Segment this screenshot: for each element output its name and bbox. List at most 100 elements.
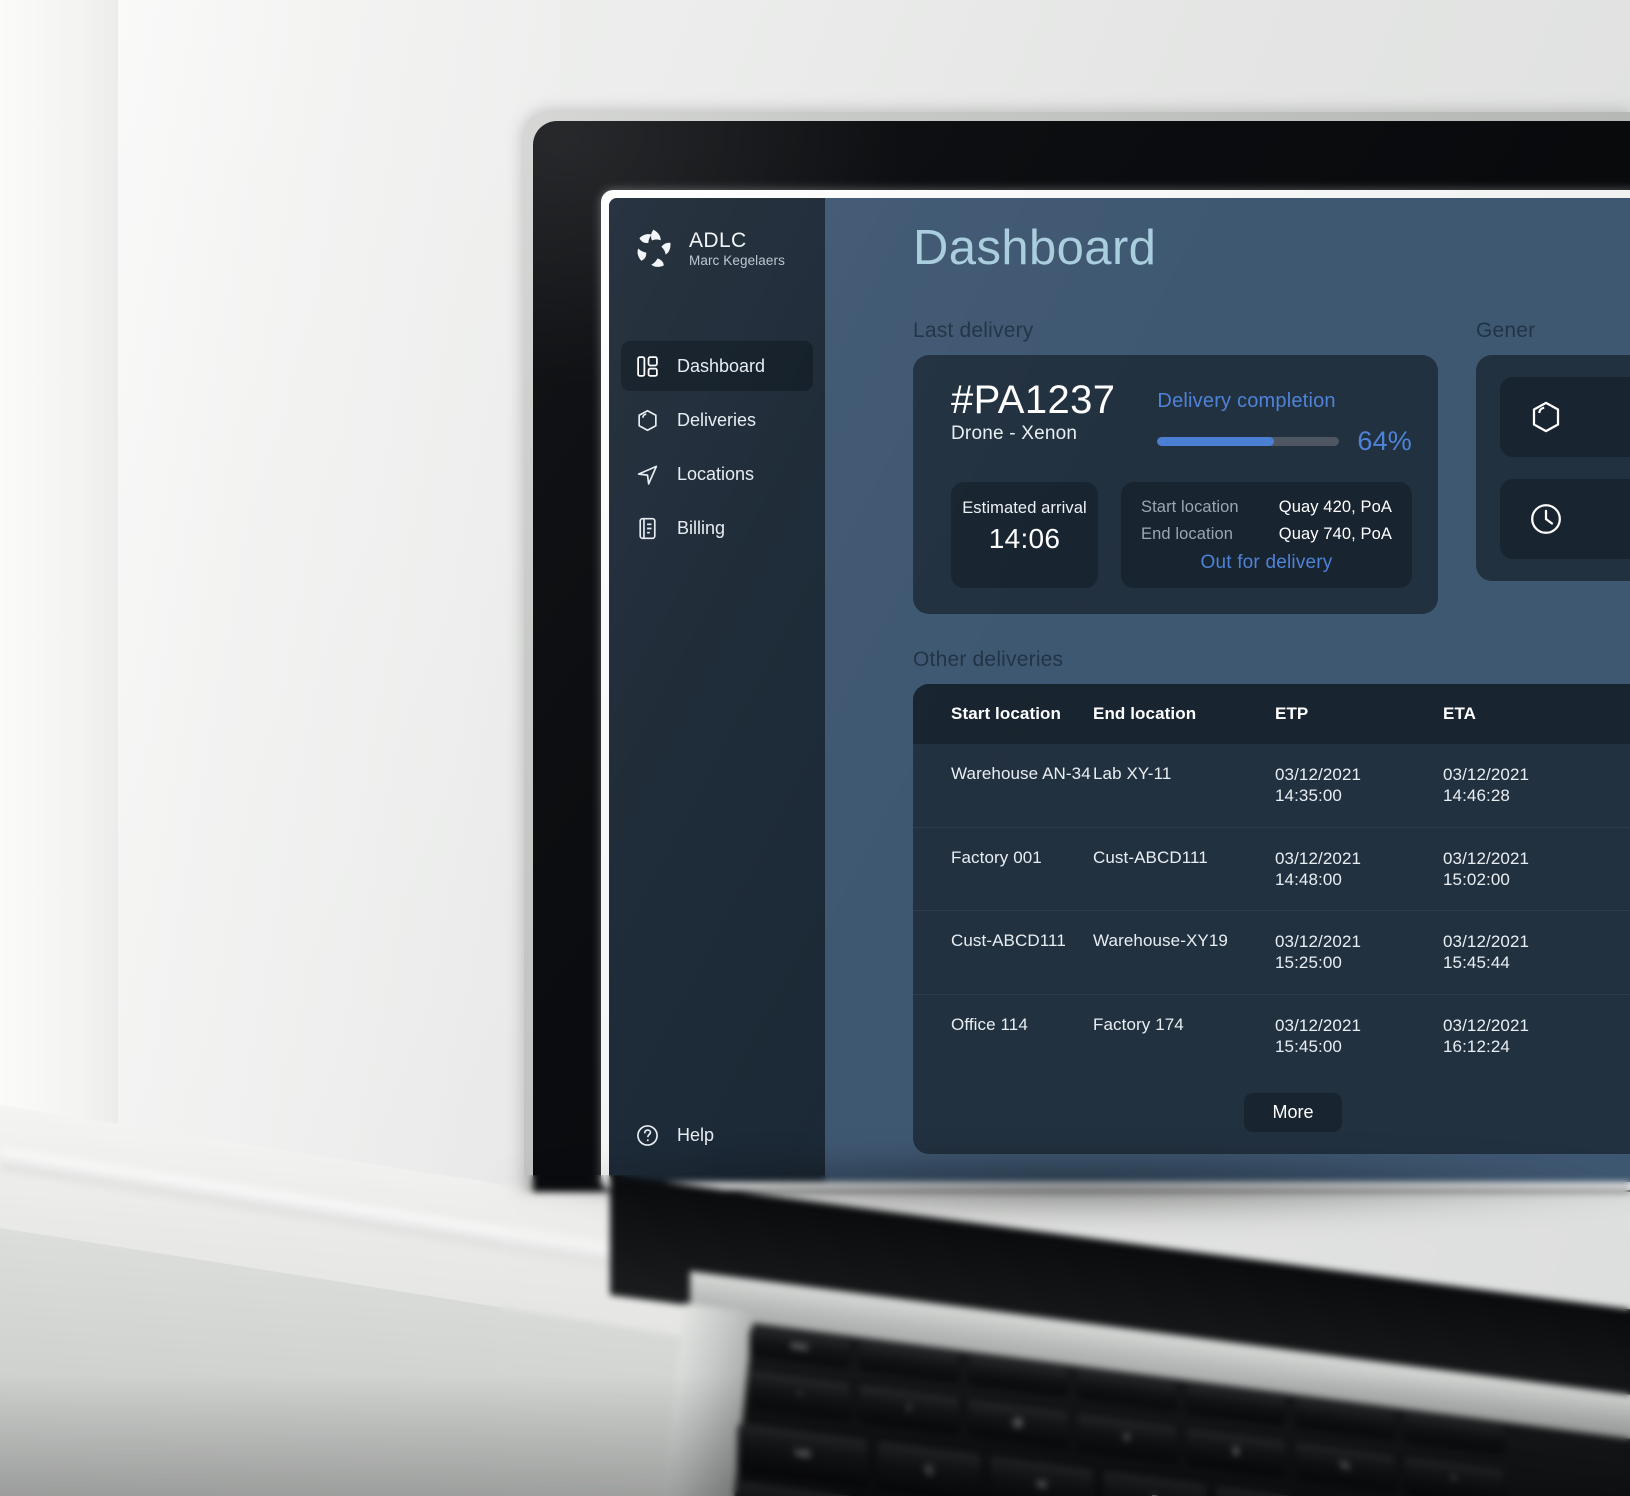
cell-end-location: Lab XY-11 — [1093, 744, 1275, 828]
petal-circle-logo-icon — [631, 226, 676, 271]
column-header-end-location[interactable]: End location — [1093, 684, 1275, 744]
eta-time: 14:46:28 — [1443, 786, 1510, 806]
laptop-base: esc ~!@#$%^ tabQWERTY caps lockASDFGH — [500, 1175, 1630, 1496]
etp-date: 03/12/2021 — [1275, 848, 1362, 868]
main-content: Dashboard Last delivery #PA1237 Drone - … — [825, 198, 1630, 1182]
brand-text: ADLC Marc Kegelaers — [689, 229, 785, 268]
sidebar: ADLC Marc Kegelaers Dashboard Deliveries… — [609, 198, 825, 1182]
sidebar-item-dashboard[interactable]: Dashboard — [621, 341, 813, 391]
general-tile-packages[interactable] — [1500, 377, 1630, 457]
sidebar-item-label: Locations — [677, 463, 755, 484]
delivery-identity: #PA1237 Drone - Xenon — [951, 379, 1115, 445]
cell-start-location: Office 114 — [951, 1014, 1028, 1034]
other-deliveries-label: Other deliveries — [913, 648, 1064, 671]
estimated-arrival-label: Estimated arrival — [962, 499, 1087, 517]
box-cube-icon — [635, 408, 660, 433]
cell-eta: 03/12/2021 14:46:28 — [1443, 744, 1611, 828]
etp-time: 15:25:00 — [1275, 953, 1342, 973]
table-row[interactable]: Factory 001 Cust-ABCD111 03/12/2021 14:4… — [913, 827, 1630, 911]
cell-etp: 03/12/2021 14:48:00 — [1275, 827, 1443, 911]
progress-percent-text: 64% — [1357, 426, 1412, 456]
eta-date: 03/12/2021 — [1443, 765, 1530, 784]
cell-start-location: Factory 001 — [913, 827, 1093, 911]
table-row[interactable]: Warehouse AN-34 Lab XY-11 03/12/2021 14:… — [913, 744, 1630, 828]
laptop-display: ADLC Marc Kegelaers Dashboard Deliveries… — [609, 198, 1630, 1182]
estimated-arrival-card: Estimated arrival 14:06 — [951, 482, 1098, 588]
etp-date: 03/12/2021 — [1275, 1015, 1362, 1035]
last-delivery-header: #PA1237 Drone - Xenon Delivery completio… — [951, 379, 1412, 457]
brand-subtitle: Marc Kegelaers — [689, 252, 785, 268]
end-location-label: End location — [1141, 525, 1234, 543]
progress-bar-fill — [1157, 437, 1274, 446]
start-location-label: Start location — [1141, 498, 1239, 516]
cell-eta: 03/12/2021 15:45:44 — [1443, 910, 1611, 995]
last-delivery-details: Estimated arrival 14:06 Start location Q… — [951, 482, 1412, 588]
eta-date: 03/12/2021 — [1443, 932, 1530, 951]
eta-date: 03/12/2021 — [1443, 848, 1530, 868]
general-section: Gener — [1476, 319, 1630, 581]
start-location-row: Start location Quay 420, PoA — [1141, 498, 1392, 517]
sidebar-item-deliveries[interactable]: Deliveries — [621, 395, 813, 445]
cell-extra — [1611, 994, 1630, 1077]
cell-etp: 03/12/2021 14:35:00 — [1275, 744, 1443, 828]
page-title: Dashboard — [913, 221, 1157, 275]
end-location-value: Quay 740, PoA — [1278, 525, 1392, 543]
last-delivery-card: #PA1237 Drone - Xenon Delivery completio… — [913, 355, 1438, 614]
sidebar-item-label: Dashboard — [677, 355, 766, 376]
cell-extra — [1611, 744, 1630, 828]
cell-eta: 03/12/2021 15:02:00 — [1443, 827, 1611, 911]
send-paper-plane-icon — [635, 462, 660, 487]
laptop-left-edge — [643, 1303, 754, 1496]
general-label: Gener — [1476, 319, 1536, 342]
last-delivery-section: Last delivery #PA1237 Drone - Xenon Deli… — [913, 319, 1438, 614]
estimated-arrival-value: 14:06 — [988, 523, 1061, 554]
eta-time: 15:02:00 — [1443, 869, 1510, 889]
deliveries-table: Start location End location ETP ETA Ware… — [913, 684, 1630, 1077]
column-header-start-location[interactable]: Start location — [913, 684, 1093, 744]
table-row[interactable]: Cust-ABCD111 Warehouse-XY19 03/12/2021 1… — [913, 910, 1630, 995]
sidebar-item-locations[interactable]: Locations — [621, 449, 813, 499]
table-body: Warehouse AN-34 Lab XY-11 03/12/2021 14:… — [913, 744, 1630, 1077]
more-row: More — [913, 1077, 1630, 1154]
sidebar-item-label: Billing — [677, 517, 726, 538]
cell-start-location: Cust-ABCD111 — [913, 910, 1093, 995]
question-circle-icon — [635, 1123, 660, 1148]
cell-etp: 03/12/2021 15:45:00 — [1275, 994, 1443, 1077]
brand-block: ADLC Marc Kegelaers — [609, 226, 825, 271]
clock-icon — [1528, 501, 1564, 537]
dashboard-app: ADLC Marc Kegelaers Dashboard Deliveries… — [609, 198, 1630, 1182]
sidebar-item-label: Deliveries — [677, 409, 757, 430]
column-header-eta[interactable]: ETA — [1443, 684, 1611, 744]
column-header-etp[interactable]: ETP — [1275, 684, 1443, 744]
sidebar-nav: Dashboard Deliveries Locations Billing — [609, 341, 825, 553]
cell-end-location: Factory 174 — [1093, 1014, 1184, 1034]
wall-corner — [0, 0, 118, 1180]
cell-extra — [1611, 827, 1630, 911]
etp-date: 03/12/2021 — [1275, 932, 1362, 951]
locations-card: Start location Quay 420, PoA End locatio… — [1121, 482, 1412, 588]
eta-date: 03/12/2021 — [1443, 1015, 1530, 1035]
general-tile-time[interactable] — [1500, 479, 1630, 559]
start-location-value: Quay 420, PoA — [1278, 498, 1392, 516]
delivery-progress-block: Delivery completion 64% — [1157, 379, 1412, 457]
progress-label: Delivery completion — [1157, 390, 1336, 412]
cell-eta: 03/12/2021 16:12:24 — [1443, 994, 1611, 1077]
table-header-row: Start location End location ETP ETA — [913, 684, 1630, 744]
eta-time: 16:12:24 — [1443, 1036, 1510, 1056]
table-row[interactable]: Office 114 Factory 174 03/12/2021 15:45:… — [913, 994, 1630, 1077]
table-header: Start location End location ETP ETA — [913, 684, 1630, 744]
other-deliveries-section: Other deliveries Start location End loca… — [913, 648, 1630, 1154]
sidebar-item-label: Help — [677, 1124, 715, 1145]
sidebar-item-billing[interactable]: Billing — [621, 503, 813, 553]
end-location-row: End location Quay 740, PoA — [1141, 525, 1392, 544]
eta-time: 15:45:44 — [1443, 953, 1510, 973]
delivery-vehicle: Drone - Xenon — [951, 423, 1078, 444]
more-button[interactable]: More — [1244, 1093, 1342, 1132]
column-header-extra[interactable] — [1611, 684, 1630, 744]
deliveries-table-card: Start location End location ETP ETA Ware… — [913, 684, 1630, 1154]
laptop-lid: ADLC Marc Kegelaers Dashboard Deliveries… — [524, 112, 1630, 1192]
cell-start-location: Warehouse AN-34 — [913, 744, 1093, 828]
etp-time: 14:35:00 — [1275, 786, 1342, 806]
brand-name: ADLC — [689, 229, 747, 253]
